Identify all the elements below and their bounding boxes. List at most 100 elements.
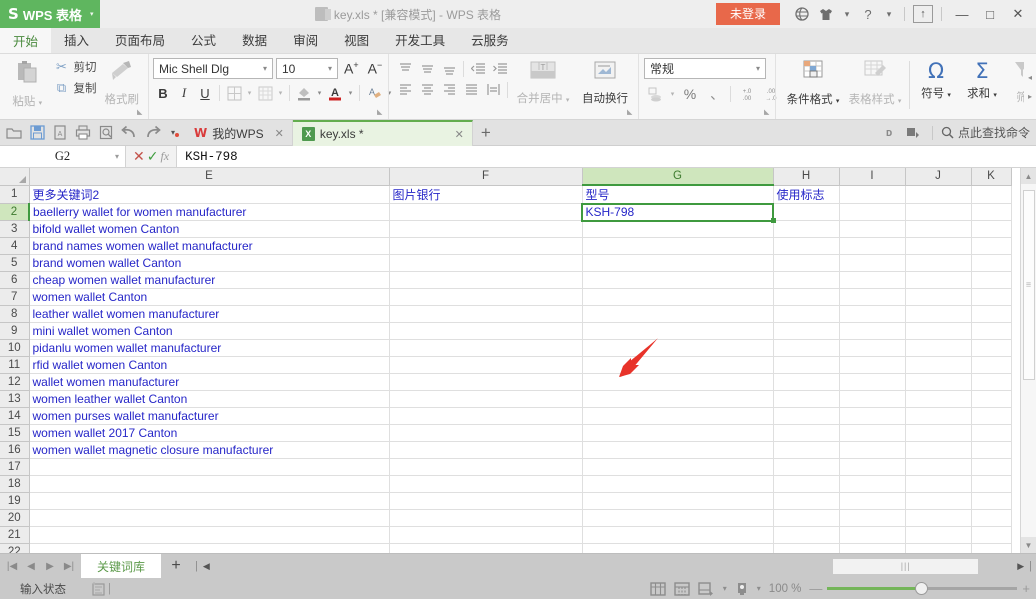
cell-F22[interactable] bbox=[389, 543, 583, 553]
cell-H12[interactable] bbox=[773, 373, 840, 391]
row-header-10[interactable]: 10 bbox=[0, 339, 30, 357]
scroll-down-button[interactable]: ▼ bbox=[1020, 537, 1036, 553]
minimize-button[interactable]: — bbox=[948, 0, 976, 28]
scroll-left-icon[interactable]: ◀ bbox=[201, 561, 212, 572]
column-header-I[interactable]: I bbox=[839, 168, 906, 186]
row-header-5[interactable]: 5 bbox=[0, 254, 30, 272]
cell-K7[interactable] bbox=[971, 288, 1012, 306]
sum-button[interactable]: Σ 求和 ▾ bbox=[959, 57, 1005, 101]
cell-H20[interactable] bbox=[773, 509, 840, 527]
save-icon[interactable] bbox=[26, 120, 48, 146]
row-header-4[interactable]: 4 bbox=[0, 237, 30, 255]
close-icon[interactable]: ✕ bbox=[455, 128, 464, 141]
cell-F11[interactable] bbox=[389, 356, 583, 374]
cell-G16[interactable] bbox=[582, 441, 774, 459]
tab-developer[interactable]: 开发工具 bbox=[382, 27, 458, 53]
cell-F16[interactable] bbox=[389, 441, 583, 459]
print-icon[interactable] bbox=[72, 120, 94, 146]
cell-F1[interactable]: 图片银行 bbox=[389, 185, 583, 204]
open-icon[interactable] bbox=[3, 120, 25, 146]
cell-H15[interactable] bbox=[773, 424, 840, 442]
cell-G3[interactable] bbox=[582, 220, 774, 238]
cell-F5[interactable] bbox=[389, 254, 583, 272]
decrease-font-size-button[interactable]: A− bbox=[365, 60, 386, 77]
text-orientation-icon[interactable] bbox=[482, 79, 504, 100]
cell-E13[interactable]: women leather wallet Canton bbox=[29, 390, 390, 408]
cell-F12[interactable] bbox=[389, 373, 583, 391]
chevron-down-icon[interactable]: ▾ bbox=[757, 584, 761, 593]
tab-page-layout[interactable]: 页面布局 bbox=[102, 27, 178, 53]
cell-G11[interactable] bbox=[582, 356, 774, 374]
cell-E6[interactable]: cheap women wallet manufacturer bbox=[29, 271, 390, 289]
borders-icon[interactable] bbox=[224, 83, 244, 103]
cell-K5[interactable] bbox=[971, 254, 1012, 272]
cell-I13[interactable] bbox=[839, 390, 906, 408]
cell-H5[interactable] bbox=[773, 254, 840, 272]
row-header-22[interactable]: 22 bbox=[0, 543, 30, 553]
scroll-right-icon[interactable]: ▶ bbox=[1015, 561, 1026, 572]
align-top-icon[interactable] bbox=[394, 58, 416, 79]
cell-H18[interactable] bbox=[773, 475, 840, 493]
paste-button[interactable]: 粘贴 ▾ bbox=[5, 57, 49, 109]
cell-I16[interactable] bbox=[839, 441, 906, 459]
cell-J10[interactable] bbox=[905, 339, 972, 357]
horizontal-scroll-thumb[interactable]: ||| bbox=[833, 558, 979, 574]
tab-review[interactable]: 审阅 bbox=[280, 27, 331, 53]
chevron-down-icon[interactable]: ▾ bbox=[838, 0, 856, 28]
cell-G1[interactable]: 型号 bbox=[582, 185, 774, 204]
row-header-1[interactable]: 1 bbox=[0, 185, 30, 204]
align-bottom-icon[interactable] bbox=[438, 58, 460, 79]
cell-I8[interactable] bbox=[839, 305, 906, 323]
cell-J14[interactable] bbox=[905, 407, 972, 425]
row-header-19[interactable]: 19 bbox=[0, 492, 30, 510]
underline-button[interactable]: U bbox=[195, 83, 215, 103]
row-header-9[interactable]: 9 bbox=[0, 322, 30, 340]
tab-view[interactable]: 视图 bbox=[331, 27, 382, 53]
cell-E14[interactable]: women purses wallet manufacturer bbox=[29, 407, 390, 425]
zoom-out-button[interactable]: — bbox=[809, 581, 822, 596]
cell-E18[interactable] bbox=[29, 475, 390, 493]
zoom-in-button[interactable]: + bbox=[1022, 581, 1030, 596]
percent-style-button[interactable]: % bbox=[679, 84, 701, 104]
cell-F19[interactable] bbox=[389, 492, 583, 510]
first-sheet-icon[interactable]: |◀ bbox=[3, 554, 21, 579]
cell-G8[interactable] bbox=[582, 305, 774, 323]
cell-I22[interactable] bbox=[839, 543, 906, 553]
row-header-15[interactable]: 15 bbox=[0, 424, 30, 442]
cell-H4[interactable] bbox=[773, 237, 840, 255]
backstage-icon[interactable]: ᴅ bbox=[878, 120, 900, 146]
chevron-down-icon[interactable]: ▾ bbox=[723, 584, 727, 593]
cell-J13[interactable] bbox=[905, 390, 972, 408]
sheet-viewport[interactable]: E F G H I J K 1 更多关键词2 图片银行 型号 使用标志 2 ba… bbox=[0, 168, 1020, 553]
font-size-combo[interactable]: 10 ▾ bbox=[276, 58, 338, 79]
scroll-right-stop-icon[interactable]: | bbox=[1029, 560, 1032, 572]
shirt-icon[interactable] bbox=[814, 0, 838, 28]
align-right-icon[interactable] bbox=[438, 79, 460, 100]
cell-J8[interactable] bbox=[905, 305, 972, 323]
cell-K19[interactable] bbox=[971, 492, 1012, 510]
cell-K20[interactable] bbox=[971, 509, 1012, 527]
cell-J7[interactable] bbox=[905, 288, 972, 306]
tab-cloud-service[interactable]: 云服务 bbox=[458, 27, 522, 53]
column-header-K[interactable]: K bbox=[971, 168, 1012, 186]
cell-H3[interactable] bbox=[773, 220, 840, 238]
clear-format-icon[interactable]: A bbox=[364, 83, 384, 103]
cell-I9[interactable] bbox=[839, 322, 906, 340]
ime-indicator[interactable]: | bbox=[92, 581, 111, 596]
formula-input[interactable]: KSH-798 bbox=[176, 146, 1036, 167]
chevron-down-icon[interactable]: ▾ bbox=[276, 89, 285, 97]
cell-I18[interactable] bbox=[839, 475, 906, 493]
justify-icon[interactable] bbox=[460, 79, 482, 100]
row-header-7[interactable]: 7 bbox=[0, 288, 30, 306]
print-preview-icon[interactable] bbox=[95, 120, 117, 146]
format-painter-button[interactable]: 格式刷 bbox=[100, 57, 143, 107]
cell-E20[interactable] bbox=[29, 509, 390, 527]
cell-I15[interactable] bbox=[839, 424, 906, 442]
zoom-thumb[interactable] bbox=[915, 582, 929, 595]
align-middle-icon[interactable] bbox=[416, 58, 438, 79]
cell-J6[interactable] bbox=[905, 271, 972, 289]
cell-J1[interactable] bbox=[905, 185, 972, 204]
copy-button[interactable]: ⧉ 复制 bbox=[49, 78, 100, 98]
ribbon-scroll-right-icon[interactable]: ▸ bbox=[1028, 92, 1032, 101]
cell-F18[interactable] bbox=[389, 475, 583, 493]
